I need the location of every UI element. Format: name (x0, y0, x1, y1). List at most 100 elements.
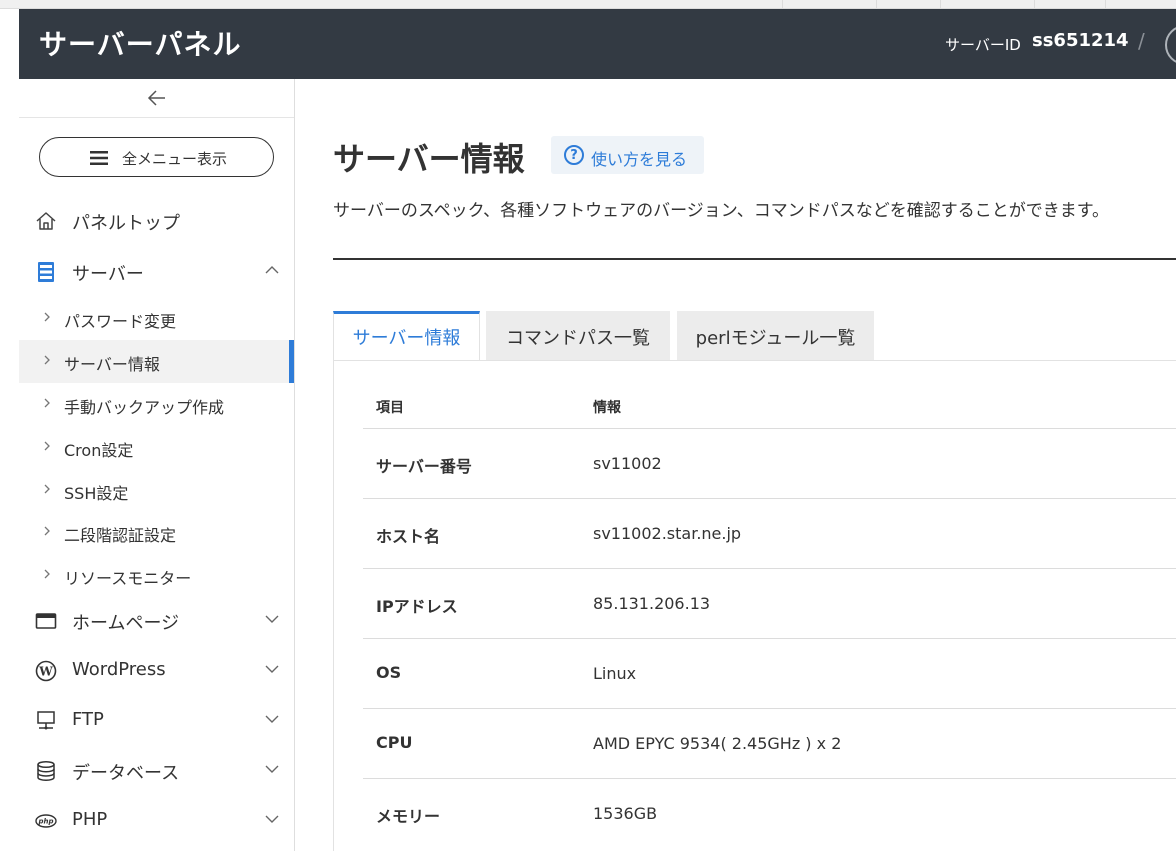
sidebar-subitem-label: 二段階認証設定 (64, 526, 177, 545)
server-icon (38, 262, 54, 282)
row-value: sv11002 (593, 454, 662, 473)
sidebar-item-server[interactable]: サーバー (19, 250, 294, 294)
sidebar-item-wordpress[interactable]: W WordPress (19, 649, 294, 693)
sidebar: 全メニュー表示 パネルトップ サーバー パスワード変更 サーバー情報 手動バック… (19, 79, 295, 851)
account-circle-button[interactable] (1165, 25, 1176, 65)
row-key: CPU (376, 733, 413, 752)
server-id-value: ss651214 (1032, 30, 1129, 51)
row-value: 1536GB (593, 804, 658, 823)
ftp-icon (37, 711, 55, 730)
sidebar-item-ftp[interactable]: FTP (19, 699, 294, 743)
tab-perl-modules[interactable]: perlモジュール一覧 (677, 311, 874, 360)
database-icon (37, 760, 55, 782)
title-divider (333, 258, 1176, 260)
top-header: サーバーパネル サーバーID ss651214 / (19, 9, 1176, 79)
chevron-right-icon (44, 569, 50, 579)
browser-window-icon (35, 613, 57, 629)
chevron-right-icon (44, 398, 50, 408)
row-value: 85.131.206.13 (593, 594, 711, 613)
sidebar-item-label: WordPress (72, 659, 166, 680)
sidebar-item-label: PHP (72, 809, 108, 830)
tab-command-paths[interactable]: コマンドパス一覧 (486, 311, 670, 360)
row-key: サーバー番号 (376, 457, 472, 476)
arrow-left-icon (147, 90, 165, 106)
table-row: IPアドレス 85.131.206.13 (363, 568, 1176, 639)
chevron-right-icon (44, 312, 50, 322)
brand-title[interactable]: サーバーパネル (39, 23, 241, 63)
table-row: サーバー番号 sv11002 (363, 428, 1176, 499)
chevron-down-icon (265, 815, 279, 823)
sidebar-subitem-label: SSH設定 (64, 484, 129, 503)
howto-label: 使い方を見る (591, 150, 688, 169)
home-icon (36, 212, 56, 230)
tab-label: perlモジュール一覧 (695, 328, 856, 349)
all-menu-label: 全メニュー表示 (122, 150, 228, 168)
sidebar-item-label: サーバー (72, 264, 144, 285)
sidebar-item-homepage[interactable]: ホームページ (19, 599, 294, 643)
sidebar-item-database[interactable]: データベース (19, 749, 294, 793)
chevron-up-icon (265, 266, 279, 274)
sidebar-subitem-2fa[interactable]: 二段階認証設定 (19, 511, 294, 554)
page-description: サーバーのスペック、各種ソフトウェアのバージョン、コマンドパスなどを確認すること… (333, 201, 1110, 221)
tab-label: コマンドパス一覧 (506, 328, 650, 349)
sidebar-item-label: データベース (72, 763, 180, 784)
row-value: sv11002.star.ne.jp (593, 524, 742, 543)
sidebar-subitem-ssh[interactable]: SSH設定 (19, 469, 294, 512)
sidebar-subitem-password[interactable]: パスワード変更 (19, 297, 294, 340)
row-value: AMD EPYC 9534( 2.45GHz ) x 2 (593, 734, 842, 753)
row-value: Linux (593, 664, 637, 683)
page-title: サーバー情報 (333, 140, 525, 178)
sidebar-item-panel-top[interactable]: パネルトップ (19, 199, 294, 243)
table-header-item: 項目 (376, 400, 404, 416)
table-row: メモリー 1536GB (363, 778, 1176, 849)
chevron-down-icon (265, 715, 279, 723)
sidebar-collapse-button[interactable] (19, 79, 294, 118)
wordpress-icon: W (35, 660, 57, 682)
sidebar-subitem-label: 手動バックアップ作成 (64, 398, 225, 417)
sidebar-subitem-cron[interactable]: Cron設定 (19, 426, 294, 469)
sidebar-subitem-server-info[interactable]: サーバー情報 (19, 340, 294, 383)
row-key: メモリー (376, 807, 441, 826)
sidebar-subitem-resource-monitor[interactable]: リソースモニター (19, 554, 294, 597)
sidebar-subitem-backup[interactable]: 手動バックアップ作成 (19, 383, 294, 426)
sidebar-item-php[interactable]: php PHP (19, 799, 294, 843)
panel-left-border (333, 360, 334, 851)
chevron-right-icon (44, 355, 50, 365)
chevron-down-icon (265, 665, 279, 673)
chevron-right-icon (44, 441, 50, 451)
tab-server-info[interactable]: サーバー情報 (333, 311, 480, 360)
all-menu-button[interactable]: 全メニュー表示 (39, 137, 274, 177)
table-row: CPU AMD EPYC 9534( 2.45GHz ) x 2 (363, 708, 1176, 779)
row-key: OS (376, 663, 402, 682)
svg-text:php: php (37, 818, 53, 826)
sidebar-subitem-label: パスワード変更 (64, 312, 177, 331)
php-icon: php (35, 814, 57, 828)
sidebar-item-label: パネルトップ (72, 213, 180, 234)
help-circle-icon: ? (564, 145, 584, 165)
sidebar-subitem-label: Cron設定 (64, 441, 134, 460)
row-key: ホスト名 (376, 527, 441, 546)
table-row: ホスト名 sv11002.star.ne.jp (363, 498, 1176, 569)
sidebar-subitem-label: サーバー情報 (64, 355, 160, 374)
row-key: IPアドレス (376, 597, 458, 616)
main-content: サーバー情報 ? 使い方を見る サーバーのスペック、各種ソフトウェアのバージョン… (295, 79, 1176, 851)
header-separator: / (1138, 29, 1145, 53)
chevron-right-icon (44, 484, 50, 494)
tab-baseline (333, 360, 1176, 361)
svg-text:W: W (38, 665, 53, 679)
howto-button[interactable]: ? 使い方を見る (551, 136, 704, 174)
table-row: OS Linux (363, 638, 1176, 709)
browser-top-strip (0, 0, 1176, 9)
sidebar-subitem-label: リソースモニター (64, 569, 192, 588)
table-header-info: 情報 (593, 400, 621, 416)
chevron-down-icon (265, 615, 279, 623)
tab-label: サーバー情報 (352, 328, 461, 349)
sidebar-item-label: FTP (72, 709, 104, 730)
hamburger-icon (90, 151, 108, 165)
server-id-label: サーバーID (945, 36, 1021, 54)
active-indicator (289, 340, 294, 383)
left-edge (0, 9, 19, 851)
chevron-right-icon (44, 526, 50, 536)
chevron-down-icon (265, 765, 279, 773)
sidebar-item-label: ホームページ (72, 613, 180, 634)
